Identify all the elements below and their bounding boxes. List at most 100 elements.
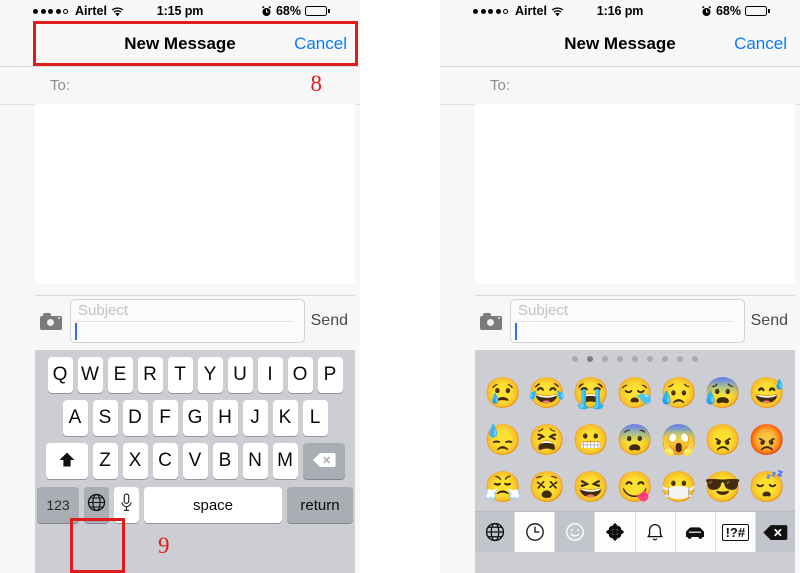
to-field-row[interactable]: To: [440,67,800,105]
emoji-category-places[interactable] [675,512,716,552]
emoji-category-smileys[interactable] [555,512,596,552]
emoji-row: 😢 😂 😭 😪 😥 😰 😅 [483,370,787,417]
key-l[interactable]: L [302,400,328,436]
emoji-key[interactable]: 😬 [571,425,611,456]
key-x[interactable]: X [122,443,148,479]
smiley-icon [565,522,585,542]
key-u[interactable]: U [227,357,253,393]
emoji-keyboard: 😢 😂 😭 😪 😥 😰 😅 😓 😫 😬 😨 😱 😠 😡 😤 😵 😆 😋 😷 😎 … [475,350,795,573]
emoji-key[interactable]: 😥 [659,378,699,409]
key-a[interactable]: A [62,400,88,436]
emoji-category-nature[interactable] [595,512,636,552]
key-y[interactable]: Y [197,357,223,393]
emoji-key[interactable]: 😰 [703,378,743,409]
key-p[interactable]: P [317,357,343,393]
keyboard-row-2: A S D F G H J K L [37,400,353,436]
key-q[interactable]: Q [47,357,73,393]
to-field-row[interactable]: To: 8 [0,67,360,105]
phone-screen-left: Airtel 1:15 pm 68% New Message Cancel To… [0,0,360,573]
subject-input[interactable]: Subject [70,299,305,343]
key-n[interactable]: N [242,443,268,479]
key-e[interactable]: E [107,357,133,393]
key-s[interactable]: S [92,400,118,436]
subject-placeholder: Subject [78,302,129,319]
emoji-key[interactable]: 😋 [615,472,655,503]
microphone-icon [120,492,133,518]
globe-icon [485,522,505,542]
send-button[interactable]: Send [751,312,788,330]
page-dot [617,356,623,362]
emoji-key[interactable]: 😨 [615,425,655,456]
emoji-key[interactable]: 😠 [703,425,743,456]
page-dot [677,356,683,362]
page-dot [662,356,668,362]
key-g[interactable]: G [182,400,208,436]
emoji-key[interactable]: 😡 [747,425,787,456]
emoji-key[interactable]: 😤 [483,472,523,503]
battery-icon [745,6,770,16]
key-f[interactable]: F [152,400,178,436]
subject-placeholder: Subject [518,302,569,319]
cancel-button[interactable]: Cancel [734,34,787,54]
globe-icon [87,493,106,518]
camera-icon[interactable] [480,312,502,330]
emoji-row: 😓 😫 😬 😨 😱 😠 😡 [483,417,787,464]
emoji-key[interactable]: 😵 [527,472,567,503]
space-key[interactable]: space [144,487,282,523]
emoji-key[interactable]: 😢 [483,378,523,409]
emoji-key[interactable]: 😴 [747,472,787,503]
emoji-grid: 😢 😂 😭 😪 😥 😰 😅 😓 😫 😬 😨 😱 😠 😡 😤 😵 😆 😋 😷 😎 … [475,368,795,511]
subject-input[interactable]: Subject [510,299,745,343]
key-i[interactable]: I [257,357,283,393]
battery-percent: 68% [275,4,301,18]
emoji-key[interactable]: 😎 [703,472,743,503]
shift-key[interactable] [45,443,88,479]
page-dot-active [587,356,593,362]
key-v[interactable]: V [182,443,208,479]
key-r[interactable]: R [137,357,163,393]
dictation-key[interactable] [114,487,139,523]
keyboard-row-3: Z X C V B N M [37,443,353,479]
return-key[interactable]: return [287,487,353,523]
message-body-input[interactable] [35,104,355,284]
subject-send-row: Subject Send [35,295,355,346]
emoji-key[interactable]: 😓 [483,425,523,456]
delete-key[interactable] [302,443,345,479]
shift-arrow-icon [58,451,76,472]
emoji-key[interactable]: 😂 [527,378,567,409]
cancel-button[interactable]: Cancel [294,34,347,54]
key-w[interactable]: W [77,357,103,393]
delete-backspace-icon [312,452,336,471]
camera-icon[interactable] [40,312,62,330]
key-c[interactable]: C [152,443,178,479]
message-body-input[interactable] [475,104,795,284]
key-o[interactable]: O [287,357,313,393]
emoji-row: 😤 😵 😆 😋 😷 😎 😴 [483,464,787,511]
key-h[interactable]: H [212,400,238,436]
key-t[interactable]: T [167,357,193,393]
emoji-key[interactable]: 😆 [571,472,611,503]
emoji-key[interactable]: 😷 [659,472,699,503]
keyboard-row-1: Q W E R T Y U I O P [37,357,353,393]
emoji-key[interactable]: 😱 [659,425,699,456]
emoji-category-objects[interactable] [635,512,676,552]
send-button[interactable]: Send [311,312,348,330]
emoji-key[interactable]: 😅 [747,378,787,409]
to-field-label: To: [50,77,71,94]
key-z[interactable]: Z [92,443,118,479]
emoji-category-recent[interactable] [515,512,556,552]
emoji-key[interactable]: 😫 [527,425,567,456]
numbers-key[interactable]: 123 [37,487,79,523]
emoji-key[interactable]: 😭 [571,378,611,409]
key-j[interactable]: J [242,400,268,436]
emoji-key[interactable]: 😪 [615,378,655,409]
key-m[interactable]: M [272,443,298,479]
globe-key[interactable] [84,487,109,523]
page-dot [602,356,608,362]
key-d[interactable]: D [122,400,148,436]
emoji-category-symbols[interactable]: !?# [715,512,756,552]
emoji-delete-key[interactable] [755,512,795,552]
key-k[interactable]: K [272,400,298,436]
globe-key[interactable] [475,512,516,552]
key-b[interactable]: B [212,443,238,479]
